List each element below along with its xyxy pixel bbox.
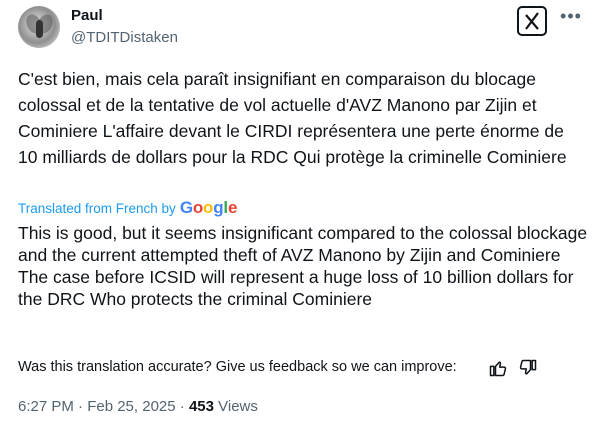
thumbs-down-icon[interactable]	[518, 358, 538, 378]
avatar[interactable]	[18, 6, 60, 48]
views-label: Views	[218, 398, 258, 415]
author-name[interactable]: Paul	[71, 7, 103, 25]
avatar-fly-body	[36, 20, 43, 38]
tweet-original-text: C'est bien, mais cela paraît insignifian…	[18, 69, 567, 167]
thumbs-up-icon[interactable]	[488, 358, 508, 378]
tweet-translated-text: This is good, but it seems insignificant…	[18, 223, 588, 309]
translation-feedback-prompt: Was this translation accurate? Give us f…	[18, 359, 457, 375]
grok-icon[interactable]	[517, 6, 547, 36]
views-count: 453	[188, 398, 214, 415]
google-logo: Google	[179, 198, 238, 217]
author-handle[interactable]: @TDITDistaken	[71, 29, 178, 47]
translation-attribution[interactable]: Translated from French by Google	[18, 198, 237, 218]
tweet-meta: 6:27 PM · Feb 25, 2025 · 453 Views	[18, 397, 258, 417]
timestamp[interactable]: 6:27 PM · Feb 25, 2025 ·	[18, 398, 185, 415]
translation-label: Translated from French by	[18, 200, 176, 216]
more-icon[interactable]: •••	[560, 7, 582, 29]
